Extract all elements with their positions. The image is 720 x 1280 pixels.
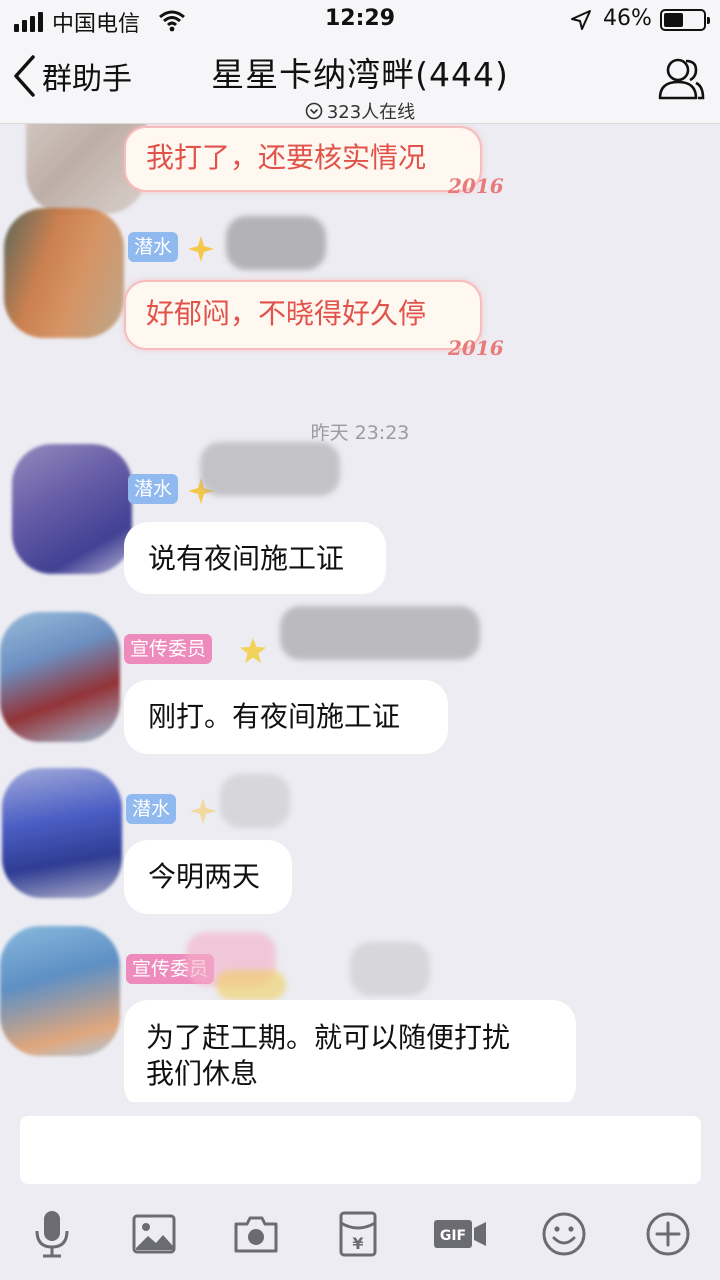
online-status: 323人在线 xyxy=(0,98,720,124)
input-panel: ¥ GIF xyxy=(0,1102,720,1280)
sender-name xyxy=(220,774,290,828)
sender-name xyxy=(200,442,340,496)
photo-button[interactable] xyxy=(124,1202,184,1266)
gif-button[interactable]: GIF xyxy=(430,1202,490,1266)
emoji-icon xyxy=(542,1212,586,1256)
member-tag: 潜水 xyxy=(126,794,177,824)
sender-name xyxy=(216,970,286,1000)
message-text: 好郁闷，不晓得好久停 xyxy=(146,297,427,330)
bubble-decoration: 2016 xyxy=(448,174,504,198)
svg-text:GIF: GIF xyxy=(440,1228,466,1244)
star-badge-icon xyxy=(188,236,214,262)
svg-text:¥: ¥ xyxy=(352,1234,363,1253)
battery-percent: 46% xyxy=(603,6,652,31)
microphone-icon xyxy=(35,1211,69,1258)
message-text: 我们休息 xyxy=(146,1057,259,1090)
title-block[interactable]: 星星卡纳湾畔(444) 323人在线 xyxy=(0,48,720,124)
message-bubble[interactable]: 我打了，还要核实情况 xyxy=(124,126,482,192)
more-button[interactable] xyxy=(638,1202,698,1266)
message-text: 刚打。有夜间施工证 xyxy=(148,700,401,733)
message-text: 我打了，还要核实情况 xyxy=(146,141,427,174)
sender-name xyxy=(350,942,430,996)
location-arrow-icon xyxy=(571,10,591,30)
message-bubble[interactable]: 刚打。有夜间施工证 xyxy=(124,680,448,754)
avatar[interactable] xyxy=(0,612,120,742)
image-icon xyxy=(132,1214,176,1254)
sender-name xyxy=(280,606,480,660)
message-text: 今明两天 xyxy=(148,860,261,893)
message-text: 为了赶工期。就可以随便打扰 xyxy=(146,1021,511,1054)
message-bubble[interactable]: 今明两天 xyxy=(124,840,292,914)
sender-name xyxy=(226,216,326,270)
timestamp: 昨天 23:23 xyxy=(310,422,410,444)
avatar[interactable] xyxy=(0,926,120,1056)
online-count: 323人在线 xyxy=(326,102,416,123)
red-packet-icon: ¥ xyxy=(339,1211,377,1257)
voice-button[interactable] xyxy=(22,1202,82,1266)
member-tag: 宣传委员 xyxy=(124,634,213,664)
message-list[interactable]: 我打了，还要核实情况 2016 潜水 好郁闷，不晓得好久停 2016 昨天 23… xyxy=(0,124,720,1102)
camera-button[interactable] xyxy=(226,1202,286,1266)
avatar[interactable] xyxy=(2,768,122,898)
avatar[interactable] xyxy=(12,444,132,574)
online-circle-icon xyxy=(305,102,323,120)
status-bar: 中国电信 12:29 46% xyxy=(0,0,720,40)
message-bubble[interactable]: 好郁闷，不晓得好久停 xyxy=(124,280,482,350)
message-input[interactable] xyxy=(20,1116,701,1184)
camera-icon xyxy=(234,1216,278,1253)
member-tag: 潜水 xyxy=(128,232,179,262)
star-badge-icon xyxy=(190,798,216,824)
plus-icon xyxy=(646,1212,690,1256)
message-text: 说有夜间施工证 xyxy=(148,542,345,575)
bubble-decoration: 2016 xyxy=(448,336,504,360)
red-packet-button[interactable]: ¥ xyxy=(328,1202,388,1266)
member-tag: 潜水 xyxy=(128,474,179,504)
gif-icon: GIF xyxy=(434,1220,486,1248)
input-toolbar: ¥ GIF xyxy=(0,1202,720,1266)
message-bubble[interactable]: 说有夜间施工证 xyxy=(124,522,386,594)
chat-header: 群助手 星星卡纳湾畔(444) 323人在线 xyxy=(0,40,720,124)
star-badge-icon xyxy=(240,638,266,663)
group-members-icon[interactable] xyxy=(656,56,706,102)
group-title: 星星卡纳湾畔(444) xyxy=(211,55,509,94)
avatar[interactable] xyxy=(4,208,124,338)
message-bubble[interactable]: 为了赶工期。就可以随便打扰 我们休息 xyxy=(124,1000,576,1102)
emoji-button[interactable] xyxy=(534,1202,594,1266)
battery-icon xyxy=(660,9,710,31)
